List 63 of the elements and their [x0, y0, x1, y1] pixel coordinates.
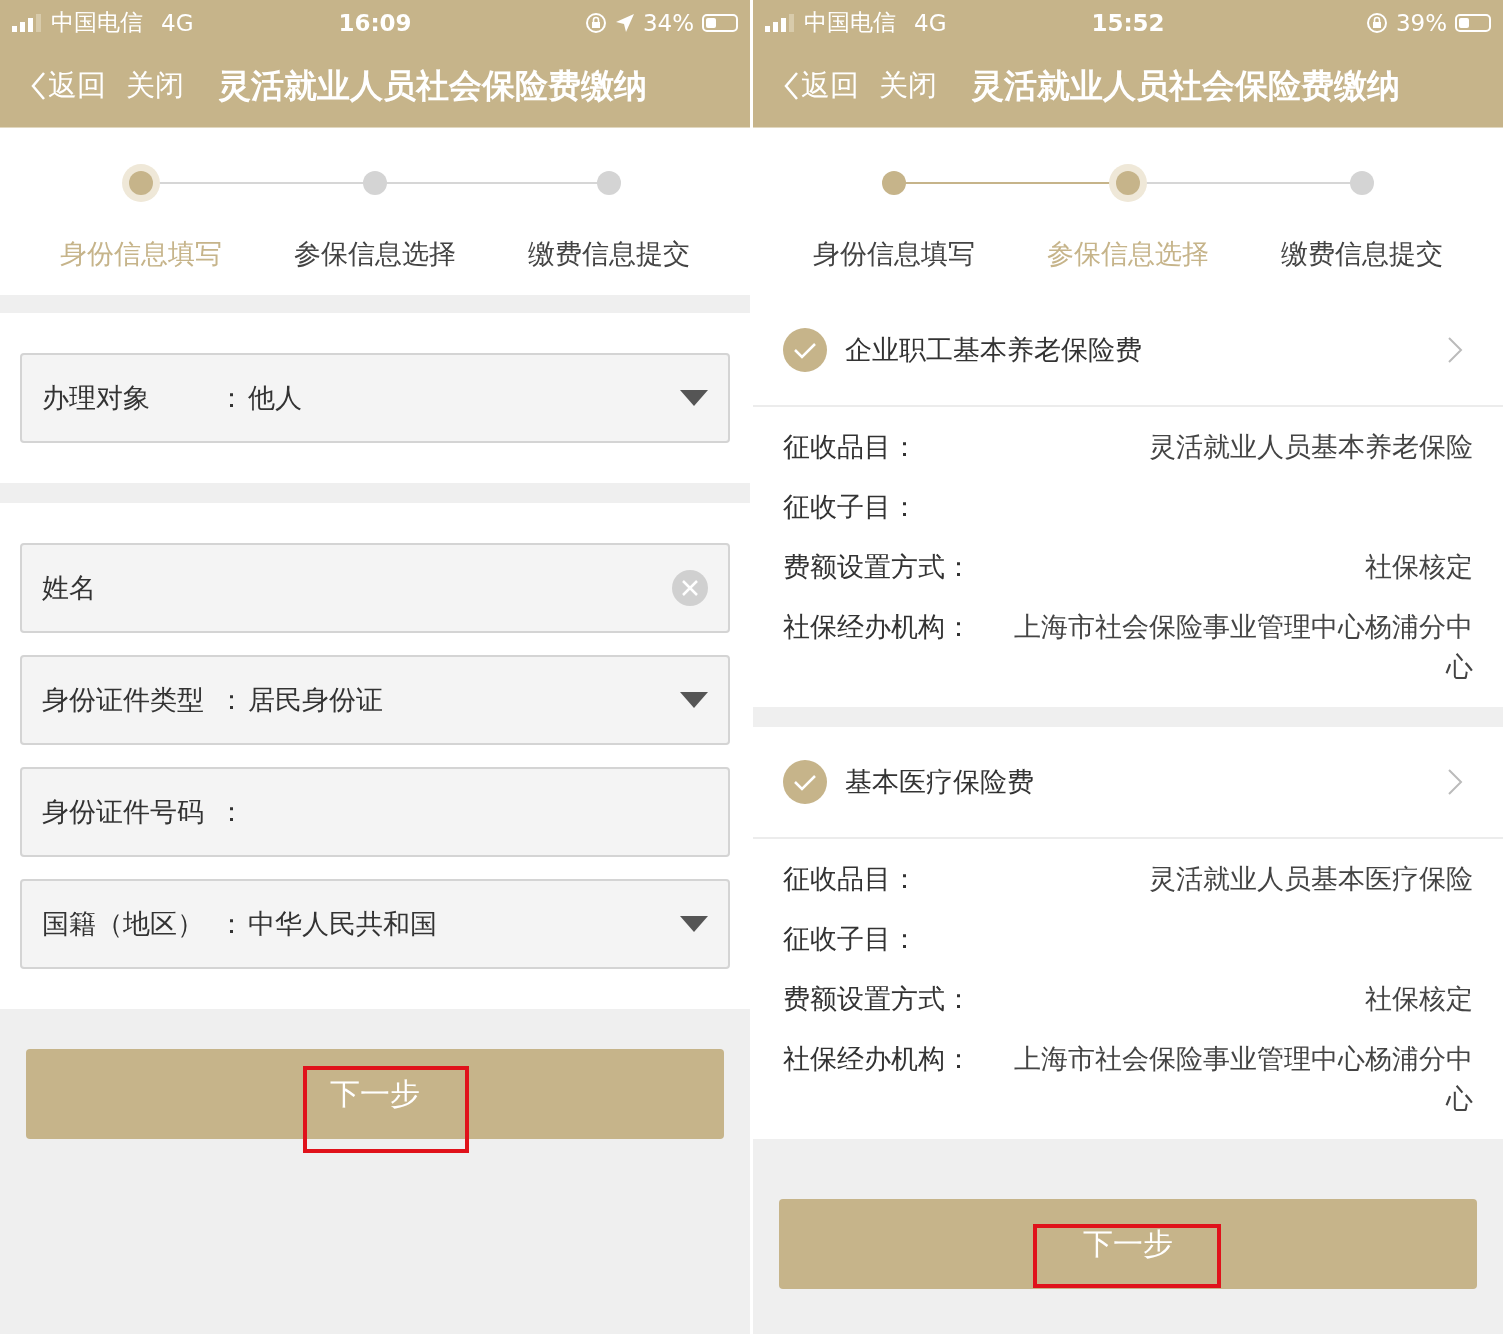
rotation-lock-icon: [1365, 11, 1388, 34]
row-value: 社保核定: [1364, 550, 1473, 584]
check-circle-icon[interactable]: [783, 760, 827, 804]
caret-icon: [680, 390, 708, 406]
step-label[interactable]: 缴费信息提交: [1281, 236, 1443, 272]
row-value: 灵活就业人员基本养老保险: [1148, 430, 1473, 464]
chevron-right-icon: [1447, 336, 1463, 364]
field-label: 身份证件号码: [42, 795, 205, 829]
clock-time: 16:09: [338, 9, 412, 36]
check-circle-icon[interactable]: [783, 328, 827, 372]
chevron-left-icon: [30, 71, 46, 101]
battery-percent: 34%: [642, 9, 694, 36]
row-label: 征收子目：: [783, 922, 919, 956]
field-label: 办理对象: [42, 381, 151, 415]
row-label: 社保经办机构：: [783, 1042, 973, 1076]
page-title: 灵活就业人员社会保险费缴纳: [971, 64, 1400, 107]
card-title: 基本医疗保险费: [845, 765, 1035, 799]
select-field[interactable]: 身份证件类型 ：居民身份证: [20, 655, 730, 745]
row-label: 征收品目：: [783, 430, 919, 464]
battery-icon: [1455, 13, 1491, 32]
carrier-name: 中国电信: [51, 8, 143, 37]
signal-icon: [765, 13, 794, 32]
carrier-name: 中国电信: [804, 8, 896, 37]
card-title: 企业职工基本养老保险费: [845, 333, 1143, 367]
field-label: 国籍（地区）: [42, 907, 205, 941]
caret-icon: [680, 692, 708, 708]
row-value: 灵活就业人员基本医疗保险: [1148, 862, 1473, 896]
page-title: 灵活就业人员社会保险费缴纳: [218, 64, 647, 107]
clock-time: 15:52: [1091, 9, 1165, 36]
signal-icon: [12, 13, 41, 32]
rotation-lock-icon: [584, 11, 607, 34]
battery-icon: [702, 13, 738, 32]
field-label: 姓名: [42, 571, 97, 605]
field-label: 身份证件类型: [42, 683, 205, 717]
input-field[interactable]: 身份证件号码 ：: [20, 767, 730, 857]
row-label: 征收子目：: [783, 490, 919, 524]
clear-icon[interactable]: [672, 570, 708, 606]
row-value: 社保核定: [1364, 982, 1473, 1016]
row-label: 费额设置方式：: [783, 982, 973, 1016]
field-separator: ：: [218, 907, 240, 941]
step-label[interactable]: 参保信息选择: [294, 236, 456, 272]
caret-icon: [680, 916, 708, 932]
select-field[interactable]: 国籍（地区） ：中华人民共和国: [20, 879, 730, 969]
row-label: 费额设置方式：: [783, 550, 973, 584]
select-field[interactable]: 办理对象 ：他人: [20, 353, 730, 443]
row-label: 征收品目：: [783, 862, 919, 896]
chevron-right-icon: [1447, 768, 1463, 796]
battery-percent: 39%: [1395, 9, 1447, 36]
field-value: 中华人民共和国: [248, 907, 438, 941]
input-field[interactable]: 姓名: [20, 543, 730, 633]
step-label[interactable]: 身份信息填写: [813, 236, 975, 272]
row-value: 上海市社会保险事业管理中心杨浦分中心: [1013, 610, 1473, 684]
field-separator: ：: [218, 381, 240, 415]
chevron-left-icon: [783, 71, 799, 101]
network-type: 4G: [161, 9, 194, 36]
row-value: 上海市社会保险事业管理中心杨浦分中心: [1013, 1042, 1473, 1116]
field-value: 居民身份证: [248, 683, 384, 717]
step-label[interactable]: 缴费信息提交: [528, 236, 690, 272]
field-value: 他人: [248, 381, 303, 415]
row-label: 社保经办机构：: [783, 610, 973, 644]
field-separator: ：: [218, 795, 240, 829]
field-separator: ：: [218, 683, 240, 717]
network-type: 4G: [914, 9, 947, 36]
